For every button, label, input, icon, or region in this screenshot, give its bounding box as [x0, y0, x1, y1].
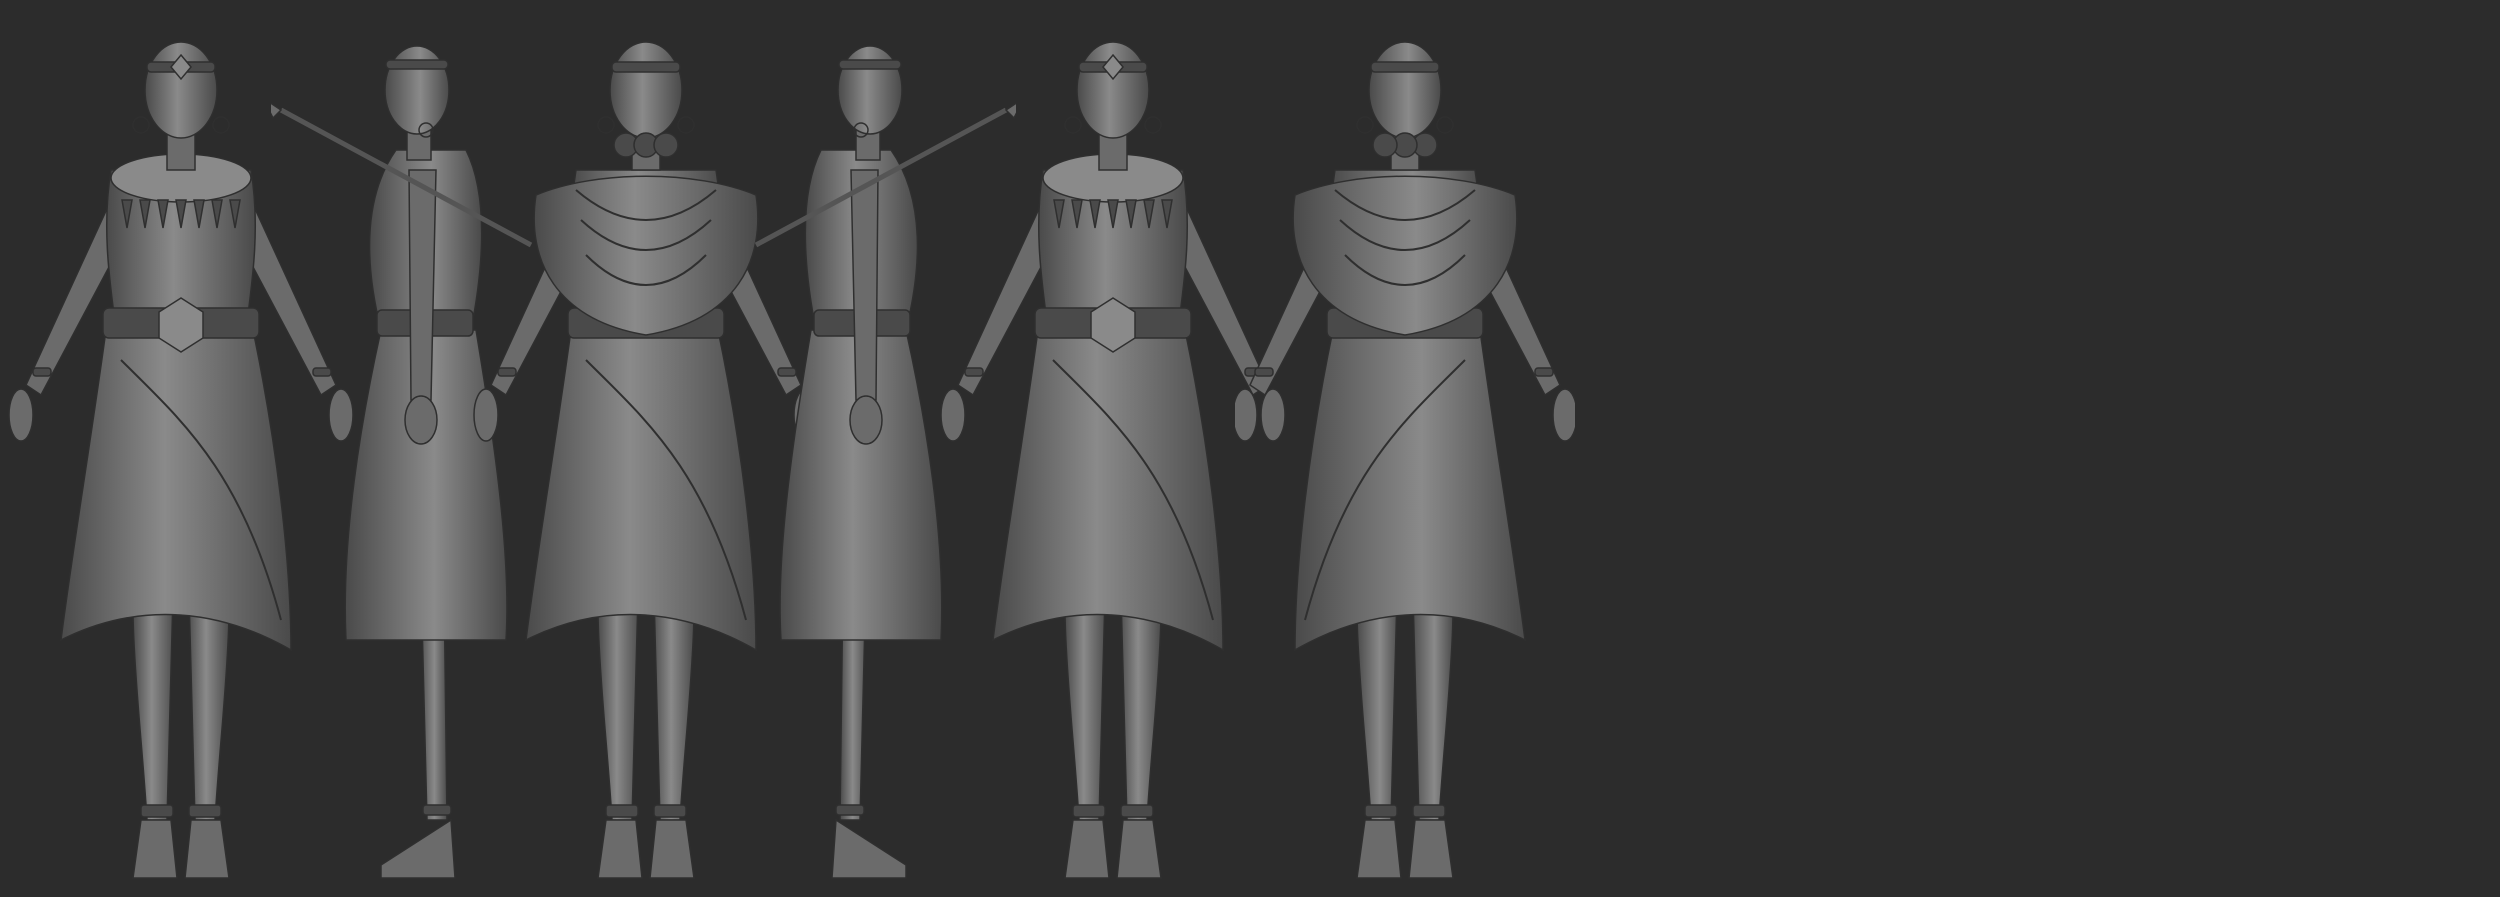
arm	[408, 169, 437, 401]
headband	[838, 59, 902, 70]
earring	[597, 116, 615, 134]
anklet	[835, 804, 865, 816]
anklet	[605, 804, 639, 818]
head	[1368, 41, 1442, 139]
anklet	[1072, 804, 1106, 818]
spear-tip	[261, 95, 283, 120]
turnaround-three-quarter-back-icon	[1232, 41, 1578, 879]
arm	[850, 169, 879, 401]
sandal	[1064, 819, 1110, 879]
head	[384, 45, 450, 135]
skirt	[992, 329, 1224, 652]
headband	[1370, 61, 1440, 73]
earring	[212, 116, 230, 134]
headband	[611, 61, 681, 73]
anklet	[1364, 804, 1398, 818]
head	[609, 41, 683, 139]
anklet	[653, 804, 687, 818]
sandal	[1116, 819, 1162, 879]
foot	[380, 818, 456, 879]
foot	[831, 818, 907, 879]
earring	[1356, 116, 1374, 134]
hand	[404, 395, 438, 445]
sandal	[597, 819, 643, 879]
bracelet	[497, 367, 517, 377]
earring	[132, 116, 150, 134]
hand	[473, 388, 499, 442]
turnaround-stage	[0, 0, 2500, 892]
skirt	[1294, 329, 1526, 652]
head	[837, 45, 903, 135]
headband	[385, 59, 449, 70]
sandal	[1356, 819, 1402, 879]
earring	[1144, 116, 1162, 134]
sandal	[184, 819, 230, 879]
hair-bun	[653, 132, 679, 158]
sculpt-view-three-quarter-back	[1232, 0, 1578, 892]
bracelet	[1254, 367, 1274, 377]
anklet	[1120, 804, 1154, 818]
anklet	[1412, 804, 1446, 818]
anklet	[422, 804, 452, 816]
hair-bun	[1372, 132, 1398, 158]
hand	[849, 395, 883, 445]
anklet	[140, 804, 174, 818]
hand	[1232, 388, 1258, 442]
earring	[1436, 116, 1454, 134]
cape	[1292, 175, 1518, 336]
hand	[1552, 388, 1578, 442]
bracelet	[1534, 367, 1554, 377]
hand	[8, 388, 34, 442]
hand	[940, 388, 966, 442]
sandal	[1408, 819, 1454, 879]
skirt	[60, 329, 292, 652]
earring	[677, 116, 695, 134]
sandal	[649, 819, 695, 879]
bracelet	[964, 367, 984, 377]
anklet	[188, 804, 222, 818]
bracelet	[32, 367, 52, 377]
sandal	[132, 819, 178, 879]
earring	[1064, 116, 1082, 134]
